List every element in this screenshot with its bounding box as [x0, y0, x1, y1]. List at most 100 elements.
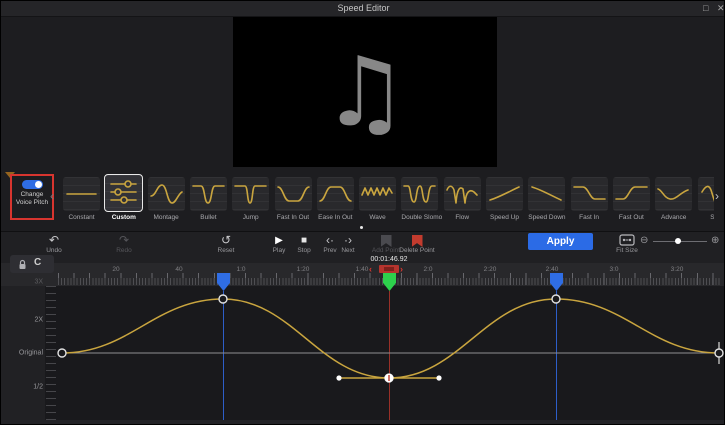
speed-editor-window: Speed Editor □ ✕ ♫ Change Voice Pitch ‹ … [0, 0, 725, 425]
next-button[interactable]: ·› Next [335, 234, 361, 254]
voice-pitch-label-1: Change [12, 191, 52, 199]
timeline-mini-toolbar [10, 255, 54, 273]
presets-scroll-left-icon[interactable]: ‹ [50, 189, 54, 203]
speed-axis-label: 3X [3, 279, 43, 286]
bezier-handle-right[interactable] [436, 375, 441, 380]
preset-speed-up[interactable]: Speed Up [486, 177, 523, 221]
undo-button[interactable]: ↶ Undo [41, 234, 67, 254]
speed-curve[interactable] [62, 299, 719, 378]
keyframe-point[interactable] [552, 295, 560, 303]
preset-label: Jump [232, 214, 269, 221]
delete-point-button[interactable]: Delete Point [399, 234, 435, 254]
preset-label: Fast Out [613, 214, 650, 221]
video-preview: ♫ [233, 17, 497, 167]
preset-label: Fast In Out [275, 214, 312, 221]
redo-icon: ↷ [111, 234, 137, 247]
lock-icon[interactable] [18, 259, 27, 270]
preset-double-slomo-icon [401, 177, 438, 211]
playhead-time-box[interactable] [379, 265, 399, 273]
apply-button[interactable]: Apply [528, 233, 593, 250]
preset-flow-icon [444, 177, 481, 211]
preset-bullet[interactable]: Bullet [190, 177, 227, 221]
fit-size-button[interactable]: Fit Size [613, 234, 641, 254]
play-label: Play [273, 247, 286, 254]
preset-label: Constant [63, 214, 100, 221]
preset-label: Speed Down [528, 214, 565, 221]
zoom-in-icon[interactable]: ⊕ [711, 235, 719, 246]
preset-label: Fast In [571, 214, 608, 221]
delete-point-label: Delete Point [399, 247, 434, 254]
current-time-readout: 00:01:46.92 [354, 256, 424, 263]
preset-show-icon [698, 177, 715, 211]
preset-custom[interactable]: Custom [105, 174, 142, 221]
bezier-handle-left[interactable] [336, 375, 341, 380]
playhead-time-box-inner [384, 267, 394, 271]
reset-button[interactable]: ↺ Reset [213, 234, 239, 254]
undo-icon: ↶ [41, 234, 67, 247]
preset-ease-in-out[interactable]: Ease In Out [317, 177, 354, 221]
preset-jump[interactable]: Jump [232, 177, 269, 221]
preset-fast-in-out-icon [275, 177, 312, 211]
preset-wave[interactable]: Wave [359, 177, 396, 221]
zoom-out-icon[interactable]: ⊖ [640, 235, 648, 246]
undo-label: Undo [46, 247, 62, 254]
stop-button[interactable]: ■ Stop [291, 234, 317, 254]
ruler-label: 40 [175, 266, 182, 273]
window-title: Speed Editor [1, 3, 725, 13]
fit-size-label: Fit Size [616, 247, 638, 254]
preset-fast-in[interactable]: Fast In [571, 177, 608, 221]
playhead-step-forward-icon[interactable]: › [400, 264, 403, 274]
ruler-label: 3:0 [609, 266, 618, 273]
preset-fast-in-icon [571, 177, 608, 211]
preset-montage[interactable]: Montage [148, 177, 185, 221]
preset-label: Sho [698, 214, 715, 221]
preset-wave-icon [359, 177, 396, 211]
ruler-label: 20 [112, 266, 119, 273]
preset-label: Bullet [190, 214, 227, 221]
play-button[interactable]: ▶ Play [266, 234, 292, 254]
keyframe-point[interactable] [58, 349, 66, 357]
preset-advance[interactable]: Advance [655, 177, 692, 221]
ruler-label: 1:40 [356, 266, 369, 273]
preset-fast-out-icon [613, 177, 650, 211]
preset-strip: Constant Custom Montage Bullet Jump Fast In O… [59, 171, 714, 227]
preset-show[interactable]: Sho [698, 177, 715, 221]
playhead-step-back-icon[interactable]: ‹ [369, 264, 372, 274]
preset-jump-icon [232, 177, 269, 211]
delete-point-icon [412, 235, 423, 247]
maximize-icon[interactable]: □ [703, 3, 708, 14]
keyframe-point[interactable] [219, 295, 227, 303]
preset-bullet-icon [190, 177, 227, 211]
redo-button[interactable]: ↷ Redo [111, 234, 137, 254]
preset-label: Flow [444, 214, 481, 221]
stop-icon: ■ [291, 234, 317, 247]
preset-label: Montage [148, 214, 185, 221]
preset-double-slomo[interactable]: Double Slomo [401, 177, 438, 221]
preset-flow[interactable]: Flow [444, 177, 481, 221]
ruler-label: 2:40 [546, 266, 559, 273]
horizontal-scrollbar-track[interactable] [1, 420, 725, 425]
toggle-knob [35, 181, 42, 188]
add-point-button[interactable]: Add Point [370, 234, 402, 254]
preset-constant[interactable]: Constant [63, 177, 100, 221]
preset-label: Custom [105, 214, 142, 221]
preset-speed-up-icon [486, 177, 523, 211]
voice-pitch-toggle[interactable] [22, 180, 43, 189]
speed-curve-svg [1, 286, 725, 425]
zoom-slider-knob[interactable] [675, 238, 681, 244]
ruler-label: 3:20 [671, 266, 684, 273]
presets-scroll-right-icon[interactable]: › [715, 189, 719, 203]
add-point-label: Add Point [372, 247, 400, 254]
preset-fast-out[interactable]: Fast Out [613, 177, 650, 221]
preset-constant-icon [63, 177, 100, 211]
curve-mode-icon[interactable]: C [34, 257, 41, 268]
ruler-label: 1:0 [236, 266, 245, 273]
preset-fast-in-out[interactable]: Fast In Out [275, 177, 312, 221]
close-icon[interactable]: ✕ [717, 3, 725, 14]
preset-speed-down[interactable]: Speed Down [528, 177, 565, 221]
next-icon: ·› [335, 234, 361, 247]
redo-label: Redo [116, 247, 132, 254]
play-icon: ▶ [266, 234, 292, 247]
reset-icon: ↺ [213, 234, 239, 247]
keyframe-point[interactable] [715, 349, 723, 357]
